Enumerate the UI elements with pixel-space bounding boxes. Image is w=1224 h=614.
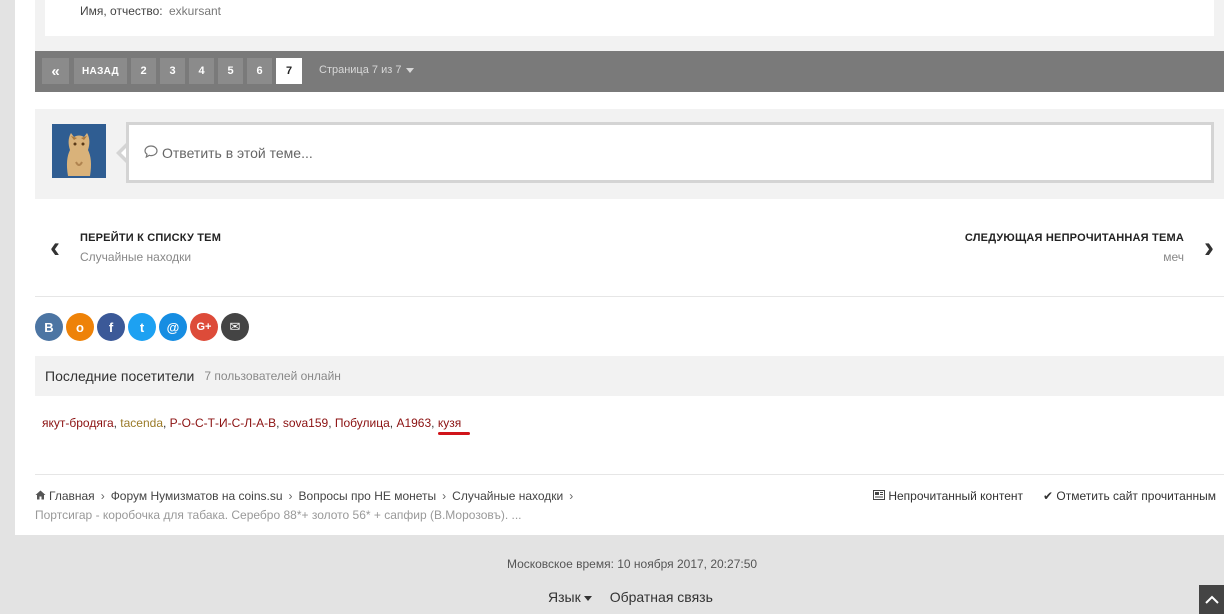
chevron-right-icon: › (100, 489, 105, 503)
utility-links: Непрочитанный контент ✔ Отметить сайт пр… (873, 489, 1216, 503)
cat-figurine-icon (52, 124, 106, 178)
user-link[interactable]: Р-О-С-Т-И-С-Л-А-В (170, 416, 276, 430)
vk-icon[interactable]: В (35, 313, 63, 341)
twitter-icon[interactable]: t (128, 313, 156, 341)
chevron-left-icon: ‹ (50, 231, 60, 264)
breadcrumb-home[interactable]: Главная (49, 489, 95, 503)
user-link[interactable]: кузя (438, 416, 461, 430)
reply-area: Ответить в этой теме... (35, 109, 1224, 199)
mark-site-read-label: Отметить сайт прочитанным (1056, 489, 1216, 503)
unread-content-label: Непрочитанный контент (888, 489, 1024, 503)
comment-icon (144, 144, 158, 161)
chevron-right-icon: › (1204, 231, 1214, 264)
breadcrumb-subforum[interactable]: Случайные находки (452, 489, 563, 503)
avatar[interactable] (52, 124, 106, 178)
profile-field: Имя, отчество: exkursant (45, 0, 1214, 36)
unread-content-link[interactable]: Непрочитанный контент (873, 489, 1023, 503)
feedback-link[interactable]: Обратная связь (610, 589, 713, 605)
caret-down-icon (406, 67, 415, 73)
email-icon[interactable]: ✉ (221, 313, 249, 341)
page-button-2[interactable]: 2 (131, 58, 156, 84)
breadcrumb-topic: Портсигар - коробочка для табака. Серебр… (35, 508, 522, 522)
page-info-dropdown[interactable]: Страница 7 из 7 (319, 64, 415, 76)
profile-value: exkursant (168, 4, 221, 18)
google-plus-icon[interactable]: G+ (190, 313, 218, 341)
reply-input[interactable]: Ответить в этой теме... (126, 122, 1214, 183)
social-share-bar: В о f t @ G+ ✉ (35, 313, 249, 341)
language-dropdown[interactable]: Язык (548, 589, 592, 605)
profile-label: Имя, отчество: (80, 4, 163, 18)
caret-down-icon (583, 595, 592, 601)
page-button-6[interactable]: 6 (247, 58, 272, 84)
user-link[interactable]: А1963 (396, 416, 431, 430)
home-icon (35, 489, 46, 503)
red-underline-annotation (438, 432, 470, 435)
prev-nav-title: ПЕРЕЙТИ К СПИСКУ ТЕМ (80, 232, 222, 244)
profile-panel: Имя, отчество: exkursant (35, 0, 1224, 51)
scroll-to-top-button[interactable] (1199, 585, 1224, 614)
user-link[interactable]: Побулица (335, 416, 390, 430)
back-button[interactable]: НАЗАД (74, 58, 127, 84)
online-count: 7 пользователей онлайн (204, 369, 341, 383)
check-icon: ✔ (1043, 489, 1054, 503)
newspaper-icon (873, 489, 888, 503)
user-link[interactable]: якут-бродяга (42, 416, 114, 430)
breadcrumb: Главная › Форум Нумизматов на coins.su ›… (35, 489, 579, 503)
chevron-right-icon: › (569, 489, 574, 503)
breadcrumb-forum[interactable]: Форум Нумизматов на coins.su (111, 489, 283, 503)
user-link[interactable]: sova159 (283, 416, 328, 430)
double-chevron-left-icon: « (51, 62, 60, 80)
chevron-right-icon: › (442, 489, 447, 503)
page-button-7-active[interactable]: 7 (276, 58, 302, 84)
first-page-button[interactable]: « (42, 58, 69, 84)
next-nav-title: СЛЕДУЮЩАЯ НЕПРОЧИТАННАЯ ТЕМА (964, 232, 1184, 244)
facebook-icon[interactable]: f (97, 313, 125, 341)
page-info-label: Страница 7 из 7 (319, 64, 402, 76)
recent-visitors-title: Последние посетители (45, 368, 195, 384)
breadcrumb-category[interactable]: Вопросы про НЕ монеты (299, 489, 437, 503)
user-link[interactable]: tacenda (120, 416, 163, 430)
divider (35, 296, 1224, 297)
prev-nav-subtitle: Случайные находки (80, 250, 192, 264)
pagination-bar: « НАЗАД 2 3 4 5 6 7 Страница 7 из 7 (35, 51, 1224, 92)
divider (35, 474, 1224, 475)
odnoklassniki-icon[interactable]: о (66, 313, 94, 341)
language-label: Язык (548, 589, 581, 605)
moscow-time: Московское время: 10 ноября 2017, 20:27:… (506, 557, 758, 571)
next-nav-subtitle: меч (1163, 250, 1184, 264)
mail-ru-icon[interactable]: @ (159, 313, 187, 341)
reply-placeholder: Ответить в этой теме... (162, 144, 313, 161)
page-button-4[interactable]: 4 (189, 58, 214, 84)
main-content: Имя, отчество: exkursant « НАЗАД 2 3 4 5… (15, 0, 1224, 535)
visitors-list: якут-бродяга, tacenda, Р-О-С-Т-И-С-Л-А-В… (42, 416, 462, 430)
page-button-5[interactable]: 5 (218, 58, 243, 84)
chevron-up-icon (1204, 591, 1219, 609)
back-to-topic-list-link[interactable]: ‹ ПЕРЕЙТИ К СПИСКУ ТЕМ Случайные находки (50, 228, 221, 264)
footer-links: Язык Обратная связь (548, 589, 713, 605)
next-unread-topic-link[interactable]: › СЛЕДУЮЩАЯ НЕПРОЧИТАННАЯ ТЕМА меч (965, 228, 1214, 264)
chevron-right-icon: › (288, 489, 293, 503)
mark-site-read-link[interactable]: ✔ Отметить сайт прочитанным (1043, 489, 1216, 503)
page-button-3[interactable]: 3 (160, 58, 185, 84)
recent-visitors-header: Последние посетители 7 пользователей онл… (35, 356, 1224, 396)
